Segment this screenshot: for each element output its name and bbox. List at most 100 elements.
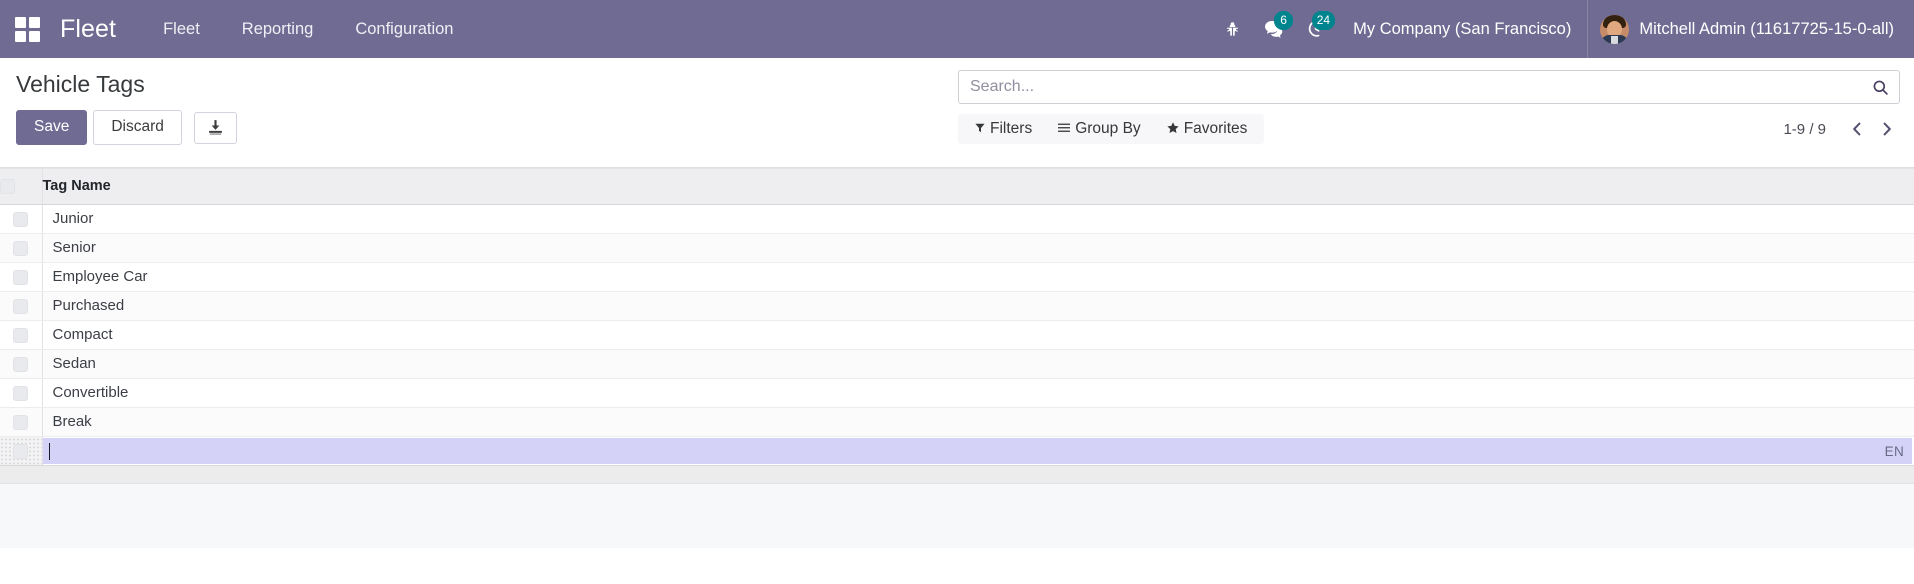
table-row[interactable]: Compact bbox=[0, 321, 1914, 350]
tag-name-text: Employee Car bbox=[43, 263, 1914, 291]
avatar bbox=[1600, 15, 1629, 44]
select-all-checkbox[interactable] bbox=[0, 179, 15, 194]
cell-tag-name[interactable]: Junior bbox=[42, 205, 1914, 234]
tag-name-input[interactable] bbox=[50, 438, 1877, 464]
apps-grid-icon[interactable] bbox=[10, 12, 44, 46]
activities-clock-icon[interactable]: 24 bbox=[1295, 0, 1337, 58]
tag-name-text: Compact bbox=[43, 321, 1914, 349]
table-row[interactable]: Break bbox=[0, 408, 1914, 437]
row-checkbox[interactable] bbox=[13, 415, 28, 430]
apps-grid-square bbox=[15, 17, 26, 28]
search-dropdown-group: Filters Group By bbox=[958, 114, 1264, 144]
tag-name-text: Senior bbox=[43, 234, 1914, 262]
navbar-right-group: 6 24 My Company (San Francisco) Mitchell… bbox=[1211, 0, 1900, 58]
cell-tag-name[interactable]: Break bbox=[42, 408, 1914, 437]
row-select-cell bbox=[0, 263, 42, 292]
search-icon[interactable] bbox=[1872, 79, 1889, 96]
table-row[interactable]: Sedan bbox=[0, 350, 1914, 379]
tag-name-text: Purchased bbox=[43, 292, 1914, 320]
row-checkbox[interactable] bbox=[13, 212, 28, 227]
filters-label: Filters bbox=[990, 119, 1032, 139]
row-select-cell bbox=[0, 437, 42, 466]
list-icon bbox=[1058, 119, 1070, 139]
menu-item-fleet[interactable]: Fleet bbox=[142, 0, 221, 58]
messages-badge: 6 bbox=[1274, 11, 1293, 30]
tags-table: Tag Name JuniorSeniorEmployee CarPurchas… bbox=[0, 168, 1914, 466]
search-input[interactable] bbox=[970, 71, 1872, 103]
group-by-dropdown[interactable]: Group By bbox=[1045, 115, 1153, 143]
cell-tag-name[interactable]: Convertible bbox=[42, 379, 1914, 408]
pager: 1-9 / 9 bbox=[1783, 114, 1900, 144]
table-row[interactable]: Employee Car bbox=[0, 263, 1914, 292]
table-header: Tag Name bbox=[0, 169, 1914, 205]
select-all-header bbox=[0, 169, 42, 205]
cell-tag-name[interactable]: Compact bbox=[42, 321, 1914, 350]
row-checkbox[interactable] bbox=[13, 241, 28, 256]
sheet-background bbox=[0, 484, 1914, 548]
language-indicator[interactable]: EN bbox=[1877, 444, 1904, 459]
menu-item-configuration[interactable]: Configuration bbox=[334, 0, 474, 58]
row-checkbox[interactable] bbox=[13, 386, 28, 401]
form-action-buttons: Save Discard bbox=[16, 110, 237, 145]
cell-tag-name[interactable]: Employee Car bbox=[42, 263, 1914, 292]
favorites-label: Favorites bbox=[1184, 119, 1248, 139]
row-checkbox[interactable] bbox=[13, 270, 28, 285]
download-icon[interactable] bbox=[194, 112, 237, 144]
funnel-icon bbox=[975, 119, 985, 139]
row-select-cell bbox=[0, 205, 42, 234]
top-navbar: Fleet Fleet Reporting Configuration 6 bbox=[0, 0, 1914, 58]
row-select-cell bbox=[0, 379, 42, 408]
row-checkbox[interactable] bbox=[13, 357, 28, 372]
apps-grid-square bbox=[29, 17, 40, 28]
bug-icon[interactable] bbox=[1211, 0, 1253, 58]
chevron-left-icon[interactable] bbox=[1844, 116, 1870, 142]
chevron-right-icon[interactable] bbox=[1874, 116, 1900, 142]
filters-dropdown[interactable]: Filters bbox=[962, 115, 1045, 143]
apps-grid-square bbox=[29, 31, 40, 42]
messages-icon[interactable]: 6 bbox=[1253, 0, 1295, 58]
row-checkbox[interactable] bbox=[13, 299, 28, 314]
table-row-editing[interactable]: EN bbox=[0, 437, 1914, 466]
tag-name-edit-field[interactable]: EN bbox=[43, 438, 1913, 464]
pager-range: 1-9 / 9 bbox=[1783, 121, 1826, 138]
control-panel-left: Vehicle Tags Save Discard bbox=[16, 68, 237, 145]
search-bar[interactable] bbox=[958, 70, 1900, 104]
row-checkbox[interactable] bbox=[13, 444, 28, 459]
tag-name-text: Break bbox=[43, 408, 1914, 436]
company-switcher[interactable]: My Company (San Francisco) bbox=[1337, 20, 1587, 39]
cell-tag-name[interactable]: Sedan bbox=[42, 350, 1914, 379]
table-body: JuniorSeniorEmployee CarPurchasedCompact… bbox=[0, 205, 1914, 466]
avatar-collar bbox=[1611, 36, 1618, 44]
save-button[interactable]: Save bbox=[16, 110, 87, 145]
row-checkbox[interactable] bbox=[13, 328, 28, 343]
discard-button[interactable]: Discard bbox=[93, 110, 182, 145]
cell-tag-name[interactable]: Purchased bbox=[42, 292, 1914, 321]
tag-name-text: Sedan bbox=[43, 350, 1914, 378]
page-title: Vehicle Tags bbox=[16, 68, 237, 100]
row-select-cell bbox=[0, 350, 42, 379]
brand-title[interactable]: Fleet bbox=[60, 15, 116, 44]
favorites-dropdown[interactable]: Favorites bbox=[1154, 115, 1261, 143]
table-row[interactable]: Senior bbox=[0, 234, 1914, 263]
row-select-cell bbox=[0, 321, 42, 350]
header-row: Tag Name bbox=[0, 169, 1914, 205]
activities-badge: 24 bbox=[1312, 11, 1335, 30]
apps-grid-square bbox=[15, 31, 26, 42]
user-name-label: Mitchell Admin (11617725-15-0-all) bbox=[1639, 20, 1894, 39]
cell-tag-name-editing[interactable]: EN bbox=[42, 437, 1914, 466]
column-header-tag-name[interactable]: Tag Name bbox=[42, 169, 1914, 205]
filter-row: Filters Group By bbox=[958, 114, 1900, 144]
table-row[interactable]: Purchased bbox=[0, 292, 1914, 321]
user-menu[interactable]: Mitchell Admin (11617725-15-0-all) bbox=[1587, 0, 1900, 58]
star-icon bbox=[1167, 119, 1179, 139]
menu-item-reporting[interactable]: Reporting bbox=[221, 0, 335, 58]
list-view-sheet: Tag Name JuniorSeniorEmployee CarPurchas… bbox=[0, 168, 1914, 584]
cell-tag-name[interactable]: Senior bbox=[42, 234, 1914, 263]
table-row[interactable]: Junior bbox=[0, 205, 1914, 234]
group-by-label: Group By bbox=[1075, 119, 1140, 139]
control-panel: Vehicle Tags Save Discard bbox=[0, 58, 1914, 168]
row-select-cell bbox=[0, 234, 42, 263]
table-row[interactable]: Convertible bbox=[0, 379, 1914, 408]
tag-name-text: Junior bbox=[43, 205, 1914, 233]
row-select-cell bbox=[0, 408, 42, 437]
